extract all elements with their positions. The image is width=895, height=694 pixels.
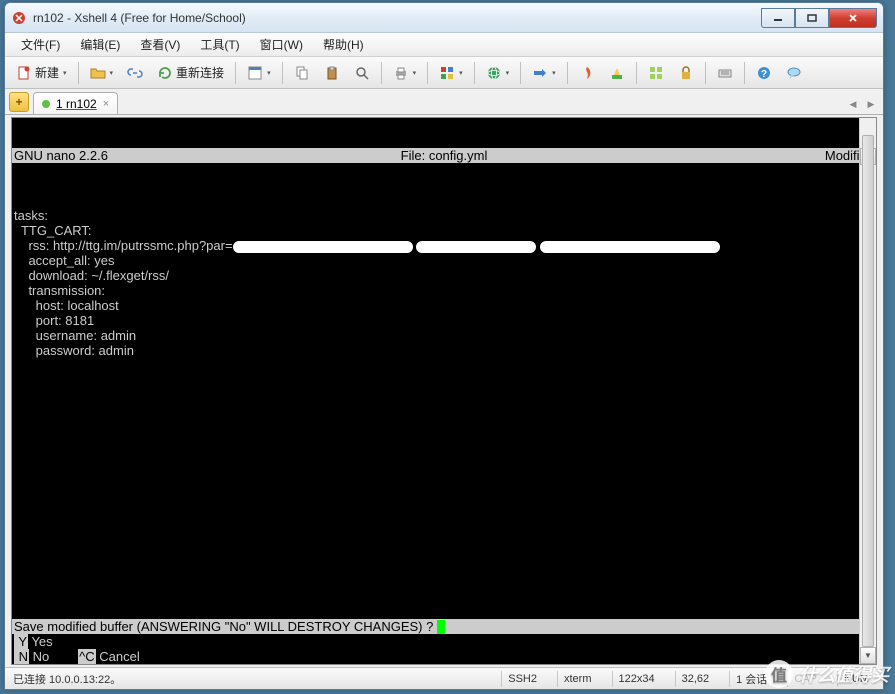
connect-button[interactable] <box>122 61 148 85</box>
status-num: NUM <box>837 671 875 687</box>
new-session-button[interactable]: 新建 ▾ <box>11 61 72 85</box>
cursor-icon <box>437 620 445 634</box>
window-title: rn102 - Xshell 4 (Free for Home/School) <box>33 11 761 25</box>
properties-button[interactable]: ▾ <box>242 61 276 85</box>
nano-header: GNU nano 2.2.6 File: config.yml Modified <box>12 148 876 163</box>
help-button[interactable]: ? <box>751 61 777 85</box>
properties-icon <box>247 65 263 81</box>
transfer-icon <box>532 65 548 81</box>
refresh-icon <box>157 65 173 81</box>
reconnect-button[interactable]: 重新连接 <box>152 61 229 85</box>
svg-text:?: ? <box>761 69 767 80</box>
copy-icon <box>294 65 310 81</box>
tab-prev-button[interactable]: ◀ <box>845 96 861 112</box>
app-window: rn102 - Xshell 4 (Free for Home/School) … <box>4 2 884 690</box>
status-caps: CAP <box>787 671 823 687</box>
reconnect-label: 重新连接 <box>176 64 224 81</box>
status-size: 122x34 <box>612 671 661 687</box>
script-button[interactable] <box>574 61 600 85</box>
tab-add-button[interactable]: + <box>9 92 29 112</box>
paste-icon <box>324 65 340 81</box>
status-cursor: 32,62 <box>675 671 716 687</box>
close-button[interactable] <box>829 8 877 28</box>
status-protocol: SSH2 <box>501 671 543 687</box>
terminal[interactable]: GNU nano 2.2.6 File: config.yml Modified… <box>11 117 877 665</box>
keyboard-button[interactable] <box>712 61 738 85</box>
search-icon <box>354 65 370 81</box>
nano-shortcuts: Y Yes N No ^C Cancel <box>12 634 876 664</box>
statusbar: 已连接 10.0.0.13:22。 SSH2 xterm 122x34 32,6… <box>5 667 883 689</box>
app-icon <box>11 10 27 26</box>
scroll-down-button[interactable]: ▼ <box>860 647 876 664</box>
tab-close-button[interactable]: × <box>103 98 109 110</box>
terminal-content: tasks: TTG_CART: rss: http://ttg.im/putr… <box>12 193 876 358</box>
window-controls <box>761 8 877 28</box>
tabbar: + 1 rn102 × ◀ ▶ <box>5 89 883 115</box>
menu-view[interactable]: 查看(V) <box>132 34 188 55</box>
web-button[interactable]: ▾ <box>481 61 515 85</box>
scrollbar-vertical[interactable]: ▲ ▼ <box>859 118 876 664</box>
keyboard-icon <box>717 65 733 81</box>
chevron-down-icon: ▾ <box>63 69 67 77</box>
menu-window[interactable]: 窗口(W) <box>252 34 311 55</box>
tile-button[interactable] <box>643 61 669 85</box>
transfer-button[interactable]: ▾ <box>527 61 561 85</box>
status-session: 1 会话 <box>729 671 773 687</box>
palette-icon <box>439 65 455 81</box>
help-icon: ? <box>756 65 772 81</box>
bubble-icon <box>786 65 802 81</box>
tab-next-button[interactable]: ▶ <box>863 96 879 112</box>
tab-label: 1 rn102 <box>56 97 97 111</box>
copy-button[interactable] <box>289 61 315 85</box>
menubar: 文件(F) 编辑(E) 查看(V) 工具(T) 窗口(W) 帮助(H) <box>5 33 883 57</box>
titlebar[interactable]: rn102 - Xshell 4 (Free for Home/School) <box>5 3 883 33</box>
menu-help[interactable]: 帮助(H) <box>315 34 372 55</box>
status-dot-icon <box>42 100 50 108</box>
find-button[interactable] <box>349 61 375 85</box>
printer-icon <box>393 65 409 81</box>
file-label: File: config.yml <box>401 148 488 163</box>
print-button[interactable]: ▾ <box>388 61 422 85</box>
tab-session-1[interactable]: 1 rn102 × <box>33 92 118 114</box>
link-icon <box>127 65 143 81</box>
document-icon <box>16 65 32 81</box>
scroll-thumb[interactable] <box>862 135 874 647</box>
minimize-button[interactable] <box>761 8 795 28</box>
menu-tools[interactable]: 工具(T) <box>192 34 247 55</box>
globe-icon <box>486 65 502 81</box>
highlight-button[interactable] <box>604 61 630 85</box>
maximize-button[interactable] <box>795 8 829 28</box>
folder-open-icon <box>90 65 106 81</box>
menu-file[interactable]: 文件(F) <box>13 34 68 55</box>
toolbar: 新建 ▾ ▾ 重新连接 ▾ ▾ ▾ ▾ ▾ ? <box>5 57 883 89</box>
fire-icon <box>579 65 595 81</box>
status-connection: 已连接 10.0.0.13:22。 <box>13 671 121 687</box>
grid-icon <box>648 65 664 81</box>
new-label: 新建 <box>35 64 59 81</box>
status-term-type: xterm <box>557 671 598 687</box>
color-button[interactable]: ▾ <box>434 61 468 85</box>
chat-button[interactable] <box>781 61 807 85</box>
open-button[interactable]: ▾ <box>85 61 119 85</box>
highlight-icon <box>609 65 625 81</box>
lock-button[interactable] <box>673 61 699 85</box>
menu-edit[interactable]: 编辑(E) <box>72 34 128 55</box>
paste-button[interactable] <box>319 61 345 85</box>
nano-prompt: Save modified buffer (ANSWERING "No" WIL… <box>12 619 876 634</box>
editor-name: GNU nano 2.2.6 <box>14 148 108 163</box>
lock-icon <box>678 65 694 81</box>
